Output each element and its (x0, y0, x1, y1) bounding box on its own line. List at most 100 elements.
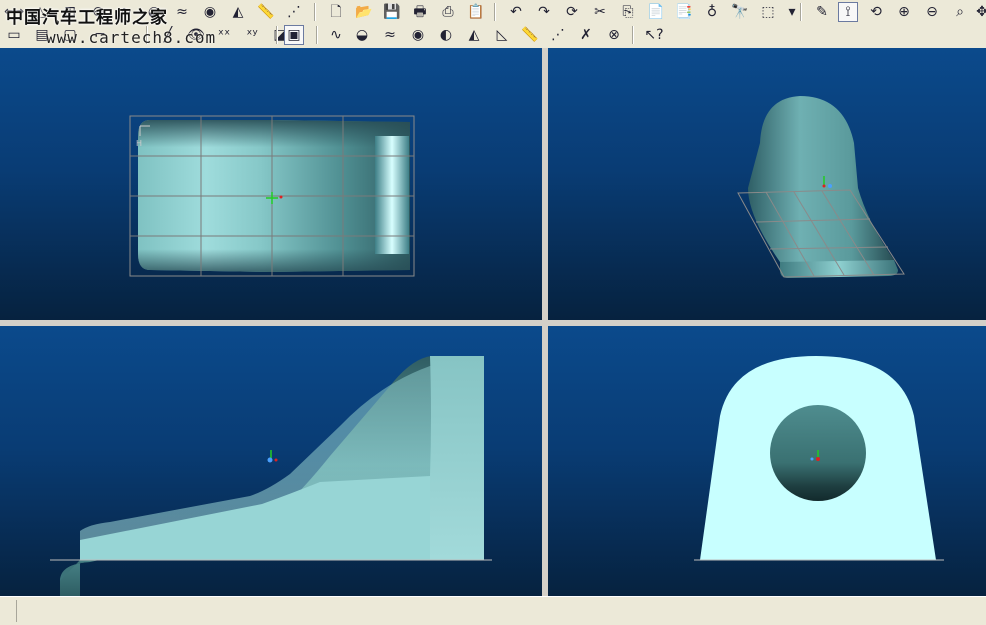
draft-analysis-icon: ◭ (232, 4, 244, 20)
deviation-button[interactable]: ◐ (436, 25, 456, 45)
viewport-area: H (0, 48, 986, 596)
undo-button[interactable]: ↶ (506, 2, 526, 22)
status-grip (0, 600, 17, 622)
paste-special-icon: 📑 (675, 4, 693, 20)
viewport-side-view[interactable] (0, 326, 542, 596)
redo-button[interactable]: ↷ (534, 2, 554, 22)
binoculars-button[interactable]: 🔭 (730, 2, 750, 22)
sketch-button[interactable]: ✎ (812, 2, 832, 22)
toolbar-separator (314, 3, 316, 21)
curve-analysis-button[interactable]: ∿ (326, 25, 346, 45)
porcupine-delete-icon: ⋰ (551, 27, 565, 43)
model-tree-icon: ▭ (7, 27, 21, 43)
svg-text:H: H (136, 139, 142, 148)
toolbar-separator (276, 26, 278, 44)
open-file-button[interactable]: 📂 (354, 2, 374, 22)
view-frame-button[interactable]: ▣ (284, 25, 304, 45)
color-map-icon: ◉ (203, 4, 217, 20)
draft-analysis-button[interactable]: ◭ (228, 2, 248, 22)
draft-icon: ◭ (468, 27, 480, 43)
color-map-button[interactable]: ◉ (200, 2, 220, 22)
zoom-window-icon: ⌕ (956, 4, 964, 20)
points-xx-icon: ˣˣ (217, 27, 231, 43)
pan-icon: ✥ (976, 4, 986, 20)
surface-analysis-button[interactable]: ◒ (352, 25, 372, 45)
viewport-top-view[interactable]: H (0, 48, 542, 320)
wave-icon: ≈ (176, 4, 188, 20)
dropdown-arrow-button[interactable]: ▾ (782, 2, 802, 22)
undo-icon: ↶ (510, 4, 522, 20)
toolbar-area: ⟺ △ ⊞ ⊖ ∿ ◒ ≈ ◉ ◭ 📏 ⋰ 🗋 📂 💾 🖶 ⎙ 📋 ↶ ↷ ⟳ ✂ ⎘ 📄 📑 ♁ 🔭 ⬚ ▾ ✎ ⟟ ⟲ ⊕ ⊖ ⌕ ✥ ▭ ▤ ▢ ⌐… (0, 0, 986, 48)
ruler-button[interactable]: 📏 (256, 2, 276, 22)
side-view-model (50, 356, 492, 596)
zoom-out-icon: ⊖ (926, 4, 938, 20)
whats-this-button[interactable]: ↖? (644, 25, 664, 45)
porcupine-icon: ⋰ (287, 4, 301, 20)
copy-icon: ⎘ (622, 4, 634, 20)
gaussian-icon: ◉ (411, 27, 425, 43)
toolbar-separator (800, 3, 802, 21)
zoom-out-button[interactable]: ⊖ (922, 2, 942, 22)
top-view-model: H (129, 115, 415, 277)
light-icon: ♁ (706, 4, 718, 20)
save-icon: 💾 (383, 4, 401, 20)
ruler-icon: 📏 (257, 4, 275, 20)
new-file-button[interactable]: 🗋 (326, 2, 346, 22)
connect-button[interactable]: ⟟ (838, 2, 858, 22)
deviation-icon: ◐ (439, 27, 453, 43)
paste-special-button[interactable]: 📑 (674, 2, 694, 22)
points-xx-button[interactable]: ˣˣ (214, 25, 234, 45)
porcupine-delete-button[interactable]: ⋰ (548, 25, 568, 45)
pan-button[interactable]: ✥ (972, 2, 986, 22)
model-tree-button[interactable]: ▭ (4, 25, 24, 45)
print-button[interactable]: 🖶 (410, 2, 430, 22)
viewport-isometric-view[interactable] (548, 48, 986, 320)
binoculars-icon: 🔭 (731, 4, 749, 20)
slope-button[interactable]: ◺ (492, 25, 512, 45)
zoom-window-button[interactable]: ⌕ (950, 2, 970, 22)
clipboard-button[interactable]: 📋 (466, 2, 486, 22)
surface-delete-button[interactable]: ⊗ (604, 25, 624, 45)
curve-delete-icon: ✗ (580, 27, 592, 43)
status-bar (0, 596, 986, 625)
selection-box-button[interactable]: ⬚ (758, 2, 778, 22)
save-button[interactable]: 💾 (382, 2, 402, 22)
points-xy-button[interactable]: ˣʸ (242, 25, 262, 45)
print-preview-icon: ⎙ (442, 4, 454, 20)
gaussian-button[interactable]: ◉ (408, 25, 428, 45)
light-button[interactable]: ♁ (702, 2, 722, 22)
toolbar-separator (494, 3, 496, 21)
surface-delete-icon: ⊗ (608, 27, 620, 43)
measure-button[interactable]: 📏 (520, 25, 540, 45)
toolbar-separator (632, 26, 634, 44)
redo-icon: ↷ (538, 4, 550, 20)
viewport-front-view[interactable] (548, 326, 986, 596)
refresh-button[interactable]: ⟳ (562, 2, 582, 22)
cut-icon: ✂ (594, 4, 606, 20)
wave-button[interactable]: ≈ (172, 2, 192, 22)
points-xy-icon: ˣʸ (246, 27, 258, 43)
dropdown-arrow-icon: ▾ (788, 4, 796, 20)
clipboard-icon: 📋 (467, 4, 485, 20)
refresh-icon: ⟳ (566, 4, 578, 20)
cut-button[interactable]: ✂ (590, 2, 610, 22)
open-file-icon: 📂 (355, 4, 373, 20)
paste-icon: 📄 (647, 4, 665, 20)
rotate-view-button[interactable]: ⟲ (866, 2, 886, 22)
selection-box-icon: ⬚ (761, 4, 775, 20)
curvature-icon: ≈ (384, 27, 396, 43)
draft-button[interactable]: ◭ (464, 25, 484, 45)
isometric-view-model (737, 96, 905, 278)
slope-icon: ◺ (496, 27, 508, 43)
whats-this-icon: ↖? (644, 27, 664, 43)
watermark-text: 中国汽车工程师之家 (6, 8, 168, 28)
paste-button[interactable]: 📄 (646, 2, 666, 22)
curvature-button[interactable]: ≈ (380, 25, 400, 45)
curve-delete-button[interactable]: ✗ (576, 25, 596, 45)
copy-button[interactable]: ⎘ (618, 2, 638, 22)
watermark-url: www.cartech8.com (46, 28, 217, 47)
front-view-model (694, 356, 944, 561)
print-preview-button[interactable]: ⎙ (438, 2, 458, 22)
porcupine-button[interactable]: ⋰ (284, 2, 304, 22)
zoom-in-button[interactable]: ⊕ (894, 2, 914, 22)
